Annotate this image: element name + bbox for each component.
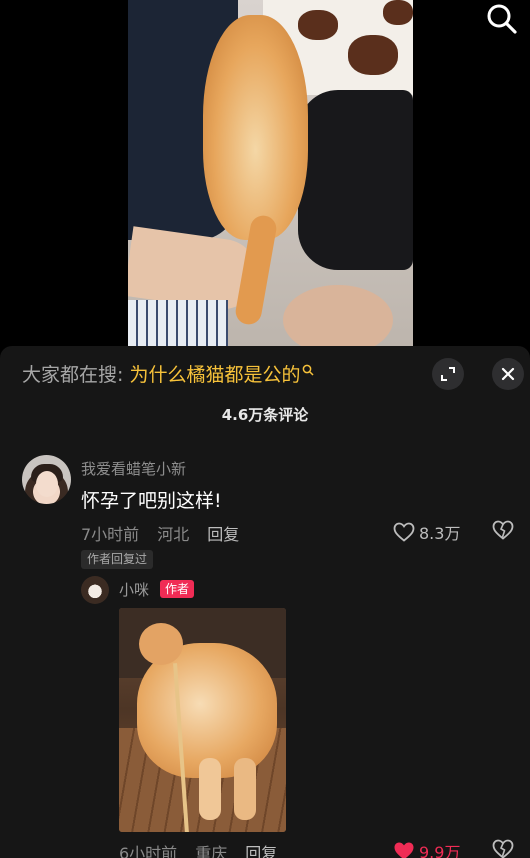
expand-icon: [441, 367, 455, 381]
video-knee: [283, 285, 393, 346]
video-chair: [128, 300, 228, 346]
video-pants: [298, 90, 413, 270]
comment-meta: 7小时前 河北 回复: [81, 521, 257, 545]
broken-heart-icon: [492, 520, 514, 540]
heart-icon: [394, 842, 414, 858]
comment-text: 怀孕了吧别这样!: [81, 490, 222, 512]
search-icon: [303, 364, 314, 376]
reply-meta: 6小时前 重庆 回复: [119, 840, 295, 858]
reply-username[interactable]: 小咪: [119, 579, 149, 600]
video-cat: [203, 15, 308, 240]
avatar[interactable]: [81, 576, 109, 604]
search-icon: [487, 4, 517, 34]
reply-button[interactable]: 回复: [245, 844, 277, 858]
video-frame: [128, 0, 413, 346]
comment-time: 7小时前: [81, 525, 140, 544]
close-icon: [501, 367, 515, 381]
video-player[interactable]: [0, 0, 530, 346]
like-count: 9.9万: [419, 843, 461, 858]
author-badge: 作者: [160, 580, 195, 598]
reply-time: 6小时前: [119, 844, 178, 858]
expand-button[interactable]: [432, 358, 464, 390]
close-button[interactable]: [492, 358, 524, 390]
suggested-search-query[interactable]: 为什么橘猫都是公的: [129, 364, 300, 386]
video-couch-spot: [298, 10, 338, 40]
comment-count: 4.6万条评论: [221, 406, 309, 424]
video-couch-spot: [348, 35, 398, 75]
heart-icon: [393, 522, 415, 542]
reply-image[interactable]: [119, 608, 286, 832]
video-couch-spot: [383, 0, 413, 25]
like-count: 8.3万: [419, 524, 461, 543]
like-button[interactable]: 9.9万: [393, 839, 460, 858]
reply-location: 重庆: [195, 844, 228, 858]
dislike-button[interactable]: [492, 520, 514, 544]
suggested-search[interactable]: 大家都在搜: 为什么橘猫都是公的: [22, 362, 314, 388]
reply-button[interactable]: 回复: [207, 525, 239, 544]
like-button[interactable]: 8.3万: [393, 520, 460, 544]
author-replied-tag: 作者回复过: [81, 550, 154, 569]
search-button[interactable]: [486, 3, 518, 35]
avatar[interactable]: [22, 455, 71, 504]
comment-location: 河北: [157, 525, 190, 544]
comment-panel: 大家都在搜: 为什么橘猫都是公的 4.6万条评论 我爱看蜡笔小新 怀孕了吧别这样…: [0, 346, 530, 858]
comment-username[interactable]: 我爱看蜡笔小新: [81, 458, 186, 479]
dislike-button[interactable]: [492, 839, 514, 858]
suggested-search-prefix: 大家都在搜:: [22, 364, 130, 386]
broken-heart-icon: [492, 839, 514, 858]
